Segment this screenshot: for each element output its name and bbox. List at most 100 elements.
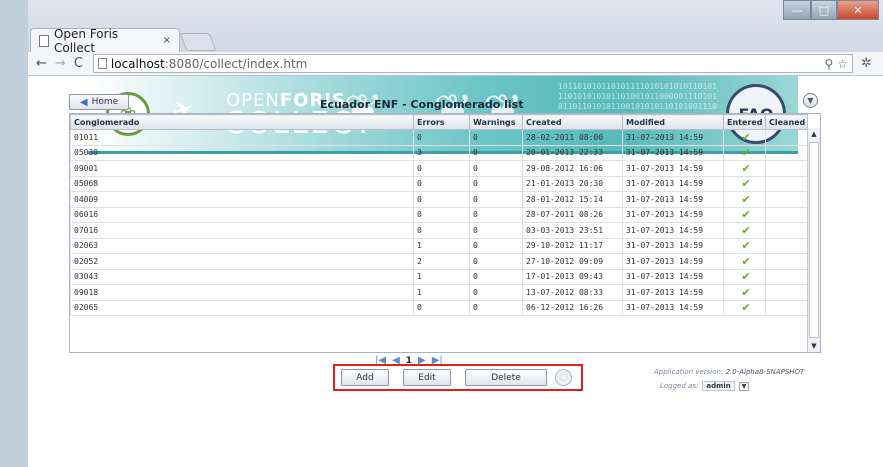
column-header[interactable]: Cleaned <box>765 114 808 130</box>
browser-toolbar: ← → C localhost :8080/collect/index.htm … <box>28 52 883 76</box>
table-row[interactable]: 06016 0 0 28-07-2011 08:26 31-07-2013 14:59 ✔ <box>70 206 808 223</box>
delete-button[interactable]: Delete <box>465 369 547 386</box>
table-cell: 0 <box>469 191 523 208</box>
table-cell: 13-07-2012 08:33 <box>522 284 623 301</box>
table-cell: 0 <box>469 160 523 177</box>
forward-arrow-icon[interactable]: → <box>55 56 66 71</box>
table-cell <box>765 253 808 270</box>
table-row[interactable]: 02065 0 0 06-12-2012 16:26 31-07-2013 14:59 ✔ <box>70 299 808 316</box>
column-header[interactable]: Warnings <box>469 114 523 130</box>
filter-icon[interactable]: ▼ <box>803 93 818 108</box>
entered-check-icon: ✔ <box>723 191 766 208</box>
column-header[interactable]: Conglomerado <box>70 114 414 130</box>
table-cell: 2 <box>413 253 470 270</box>
app-version: Application version: 2.0-Alpha8-SNAPSHOT <box>654 368 805 376</box>
table-cell: 31-07-2013 14:59 <box>622 268 724 285</box>
table-row[interactable]: 09018 1 0 13-07-2012 08:33 31-07-2013 14:59 ✔ <box>70 284 808 301</box>
entered-check-icon: ✔ <box>723 284 766 301</box>
table-cell: 29-10-2012 11:17 <box>522 237 623 254</box>
table-cell: 03-03-2013 23:51 <box>522 222 623 239</box>
vertical-scrollbar[interactable]: ▲ ▼ <box>807 128 820 352</box>
table-cell: 28-01-2012 15:14 <box>522 191 623 208</box>
user-name: admin <box>702 381 735 391</box>
edit-button[interactable]: Edit <box>403 369 451 386</box>
wrench-icon[interactable]: ✲ <box>861 56 872 71</box>
close-tab-icon[interactable]: × <box>163 35 171 46</box>
refresh-icon[interactable]: ◌ <box>555 369 572 386</box>
logged-as: Logged as: admin ▼ <box>660 381 750 391</box>
window-left-edge <box>0 0 28 467</box>
entered-check-icon: ✔ <box>723 160 766 177</box>
entered-check-icon: ✔ <box>723 175 766 192</box>
url-path: :8080/collect/index.htm <box>164 56 308 71</box>
table-row[interactable]: 02052 2 0 27-10-2012 09:09 31-07-2013 14:59 ✔ <box>70 253 808 270</box>
column-header[interactable]: Entered <box>723 114 766 130</box>
table-cell: 29-08-2012 16:06 <box>522 160 623 177</box>
table-cell: 0 <box>413 129 470 146</box>
add-button[interactable]: Add <box>341 369 389 386</box>
table-cell <box>765 206 808 223</box>
table-cell: 01011 <box>70 129 414 146</box>
column-header[interactable]: Modified <box>622 114 724 130</box>
table-cell: 17-01-2013 09:43 <box>522 268 623 285</box>
table-cell: 31-07-2013 14:59 <box>622 129 724 146</box>
table-cell <box>765 284 808 301</box>
address-bar[interactable]: localhost :8080/collect/index.htm ⚲ ☆ <box>92 54 853 73</box>
browser-tab[interactable]: Open Foris Collect × <box>30 26 180 55</box>
scroll-up-icon[interactable]: ▲ <box>808 128 820 140</box>
table-row[interactable]: 03043 1 0 17-01-2013 09:43 31-07-2013 14:59 ✔ <box>70 268 808 285</box>
table-row[interactable]: 05030 3 0 20-01-2013 22:33 31-07-2013 14:59 ✔ <box>70 144 808 161</box>
url-host: localhost <box>110 56 165 71</box>
home-icon: ◀ <box>79 96 88 108</box>
records-grid: Conglomerado Errors Warnings Created Modifie… <box>69 113 821 353</box>
table-cell: 3 <box>413 144 470 161</box>
entered-check-icon: ✔ <box>723 129 766 146</box>
table-cell: 05030 <box>70 144 414 161</box>
table-cell: 04009 <box>70 191 414 208</box>
table-cell: 06016 <box>70 206 414 223</box>
entered-check-icon: ✔ <box>723 299 766 316</box>
table-cell: 0 <box>469 144 523 161</box>
table-cell <box>765 144 808 161</box>
table-cell <box>765 191 808 208</box>
column-header[interactable]: Errors <box>413 114 470 130</box>
scroll-down-icon[interactable]: ▼ <box>808 340 820 352</box>
table-cell: 02065 <box>70 299 414 316</box>
new-tab-button[interactable] <box>179 33 217 51</box>
reload-icon[interactable]: C <box>74 56 83 71</box>
table-cell: 20-01-2013 22:33 <box>522 144 623 161</box>
table-row[interactable]: 05068 0 0 21-01-2013 20:30 31-07-2013 14:59 ✔ <box>70 175 808 192</box>
zoom-star-icons[interactable]: ⚲ ☆ <box>825 57 848 71</box>
table-cell: 0 <box>469 299 523 316</box>
back-arrow-icon[interactable]: ← <box>36 56 47 71</box>
table-cell <box>765 160 808 177</box>
tab-title: Open Foris Collect <box>53 26 119 55</box>
table-row[interactable]: 09001 0 0 29-08-2012 16:06 31-07-2013 14:59 ✔ <box>70 160 808 177</box>
table-row[interactable]: 07016 0 0 03-03-2013 23:51 31-07-2013 14:59 ✔ <box>70 222 808 239</box>
table-row[interactable]: 02063 1 0 29-10-2012 11:17 31-07-2013 14:59 ✔ <box>70 237 808 254</box>
user-dropdown-icon[interactable]: ▼ <box>738 381 750 391</box>
table-cell: 28-02-2011 08:00 <box>522 129 623 146</box>
table-cell: 28-07-2011 08:26 <box>522 206 623 223</box>
table-row[interactable]: 04009 0 0 28-01-2012 15:14 31-07-2013 14:59 ✔ <box>70 191 808 208</box>
table-cell: 0 <box>413 299 470 316</box>
table-cell: 0 <box>469 175 523 192</box>
table-cell <box>765 175 808 192</box>
table-cell: 09018 <box>70 284 414 301</box>
table-cell: 0 <box>469 284 523 301</box>
table-cell: 31-07-2013 14:59 <box>622 160 724 177</box>
scrollbar-thumb[interactable] <box>809 142 819 338</box>
minimize-icon[interactable]: — <box>783 0 811 20</box>
entered-check-icon: ✔ <box>723 237 766 254</box>
maximize-icon[interactable]: □ <box>811 0 837 20</box>
page-title: Ecuador ENF - Conglomerado list <box>320 98 524 111</box>
table-cell: 05068 <box>70 175 414 192</box>
table-cell: 1 <box>413 268 470 285</box>
home-button[interactable]: ◀ Home <box>69 94 129 110</box>
table-cell: 03043 <box>70 268 414 285</box>
table-cell: 31-07-2013 14:59 <box>622 222 724 239</box>
table-cell: 02063 <box>70 237 414 254</box>
column-header[interactable]: Created <box>522 114 623 130</box>
table-row[interactable]: 01011 0 0 28-02-2011 08:00 31-07-2013 14:59 ✔ <box>70 129 808 146</box>
close-window-icon[interactable]: ✕ <box>837 0 879 20</box>
